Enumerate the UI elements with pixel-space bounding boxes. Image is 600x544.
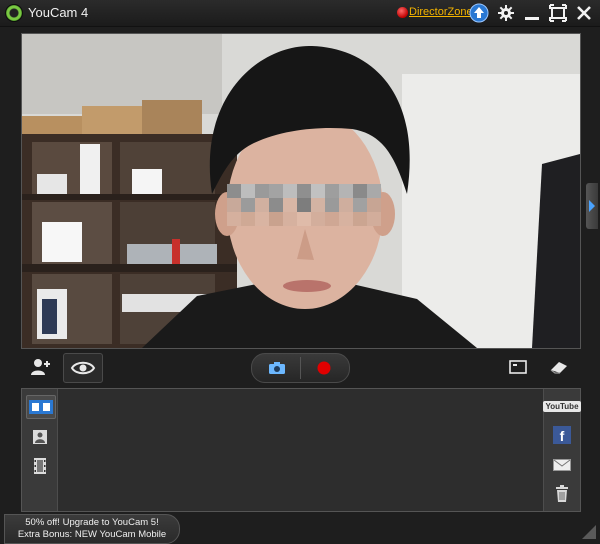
fullscreen-button[interactable] [506,353,530,381]
youcam-logo-icon [5,4,23,22]
gallery-view-icon [29,400,53,414]
media-library-panel: YouTube f [21,388,581,512]
upload-arrow-icon [469,3,489,23]
promo-line-1: 50% off! Upgrade to YouCam 5! [25,517,159,528]
eye-effect-button[interactable] [63,353,103,383]
face-login-icon [31,359,50,375]
upload-button[interactable] [469,3,489,23]
title-bar: YouCam 4 DirectorZone [0,0,600,27]
snapshot-button[interactable] [262,354,292,382]
person-icon [33,430,47,444]
trash-icon [556,485,568,502]
upgrade-promo-banner[interactable]: 50% off! Upgrade to YouCam 5! Extra Bonu… [4,514,180,544]
close-icon [577,6,591,20]
settings-button[interactable] [496,3,516,23]
share-rail: YouTube f [543,389,581,511]
gear-icon [498,5,514,21]
side-panel-toggle[interactable] [586,183,598,229]
record-button[interactable] [309,354,339,382]
screen-icon [509,360,527,374]
minimize-button[interactable] [522,3,542,23]
camera-icon [269,362,285,374]
email-button[interactable] [548,454,576,476]
record-icon [317,361,331,375]
youtube-icon: YouTube [543,400,581,412]
capture-controls [251,353,350,383]
promo-line-2: Extra Bonus: NEW YouCam Mobile [17,529,167,540]
maximize-button[interactable] [548,3,568,23]
face-login-button[interactable] [26,353,56,381]
capture-divider [300,357,301,379]
resize-grip[interactable] [582,525,596,539]
director-zone-icon [397,7,408,18]
webcam-preview [21,33,581,349]
eye-icon [70,361,96,375]
video-filter-button[interactable] [26,455,54,477]
view-mode-rail [22,389,58,511]
facebook-icon: f [553,426,571,444]
eraser-icon [550,362,567,374]
envelope-icon [553,459,571,471]
youtube-button[interactable]: YouTube [543,395,581,417]
delete-button[interactable] [548,483,576,505]
facebook-button[interactable]: f [548,424,576,446]
close-button[interactable] [574,3,594,23]
maximize-icon [549,4,567,22]
film-strip-icon [34,458,46,474]
minimize-icon [525,17,539,20]
photo-filter-button[interactable] [26,426,54,448]
app-title: YouCam 4 [28,5,89,20]
eraser-button[interactable] [547,353,571,381]
director-zone-link[interactable]: DirectorZone [409,6,473,18]
gallery-view-button[interactable] [26,395,56,419]
